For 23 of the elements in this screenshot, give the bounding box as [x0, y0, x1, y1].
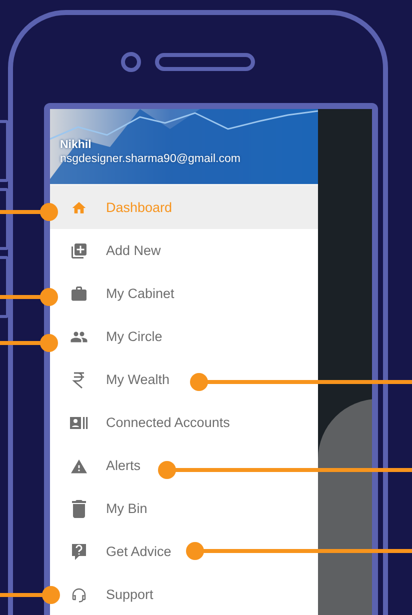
home-icon	[71, 200, 87, 216]
menu-item-label[interactable]: My Cabinet	[106, 286, 174, 301]
callout-dot	[40, 203, 58, 221]
warning-icon	[70, 458, 88, 474]
rupee-icon	[72, 370, 86, 388]
menu-item-label[interactable]: My Circle	[106, 329, 162, 344]
menu-item-label[interactable]: My Bin	[106, 501, 148, 516]
menu-item-label[interactable]: Alerts	[106, 458, 141, 473]
camera-icon	[121, 52, 141, 72]
briefcase-icon	[70, 284, 88, 302]
menu-item-label[interactable]: Support	[106, 587, 154, 602]
speaker-icon	[155, 53, 255, 71]
menu-item-label[interactable]: Add New	[106, 243, 161, 258]
callout-dot	[40, 334, 58, 352]
trash-icon	[72, 500, 86, 518]
menu-item-label[interactable]: My Wealth	[106, 372, 170, 387]
question-bubble-icon	[71, 542, 87, 560]
menu-item-label[interactable]: Connected Accounts	[106, 415, 230, 430]
headset-icon	[70, 586, 88, 604]
menu-item-label[interactable]: Get Advice	[106, 544, 172, 559]
contact-card-icon	[70, 416, 88, 430]
add-stack-icon	[70, 242, 88, 260]
callout-dot	[40, 288, 58, 306]
